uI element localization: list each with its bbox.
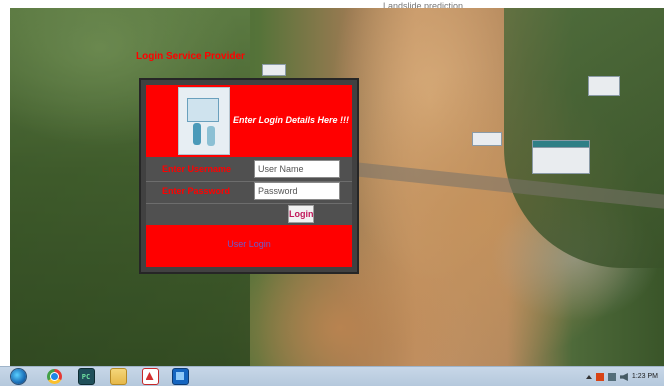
login-header: Enter Login Details Here !!! (146, 85, 352, 157)
clock[interactable]: 1:23 PM (632, 373, 658, 381)
app-caption: Login Service Provider (136, 51, 245, 62)
taskbar-file-explorer[interactable] (106, 368, 130, 385)
background-hill-right (504, 8, 664, 268)
background-building (262, 64, 286, 76)
show-hidden-icons[interactable] (585, 375, 592, 379)
windows-start-icon (10, 369, 26, 384)
password-input[interactable] (254, 182, 340, 200)
login-button-row: Login (146, 203, 352, 225)
flag-icon[interactable] (595, 373, 604, 381)
taskbar: PC 1:23 PM (0, 366, 664, 386)
person-icon (193, 123, 201, 145)
network-icon[interactable] (607, 373, 616, 381)
background-building-roof (532, 140, 590, 148)
taskbar-app[interactable] (168, 368, 192, 385)
login-header-title: Enter Login Details Here !!! (233, 115, 350, 125)
chrome-icon (46, 369, 62, 384)
app-window-icon (171, 368, 189, 385)
login-footer: User Login (146, 225, 352, 267)
acrobat-icon (141, 368, 159, 385)
password-row: Enter Password (146, 181, 352, 204)
username-row: Enter Username (146, 159, 352, 182)
login-form: Enter Username Enter Password Login (146, 157, 352, 225)
background-building (588, 76, 620, 96)
login-window: Enter Login Details Here !!! Enter Usern… (139, 78, 359, 274)
volume-icon[interactable] (619, 373, 628, 381)
taskbar-pycharm[interactable]: PC (74, 368, 98, 385)
person-icon (207, 126, 215, 146)
folder-icon (109, 368, 127, 385)
login-button[interactable]: Login (288, 205, 314, 223)
username-input[interactable] (254, 160, 340, 178)
background-building (532, 146, 590, 174)
background-building (472, 132, 502, 146)
taskbar-chrome[interactable] (42, 368, 66, 385)
start-button[interactable] (6, 368, 30, 385)
pycharm-icon: PC (77, 368, 95, 385)
username-label: Enter Username (162, 164, 232, 174)
user-login-link[interactable]: User Login (146, 239, 352, 249)
taskbar-acrobat[interactable] (138, 368, 162, 385)
login-illustration (178, 87, 230, 155)
system-tray: 1:23 PM (585, 369, 658, 385)
monitor-icon (187, 98, 219, 122)
password-label: Enter Password (162, 186, 231, 196)
